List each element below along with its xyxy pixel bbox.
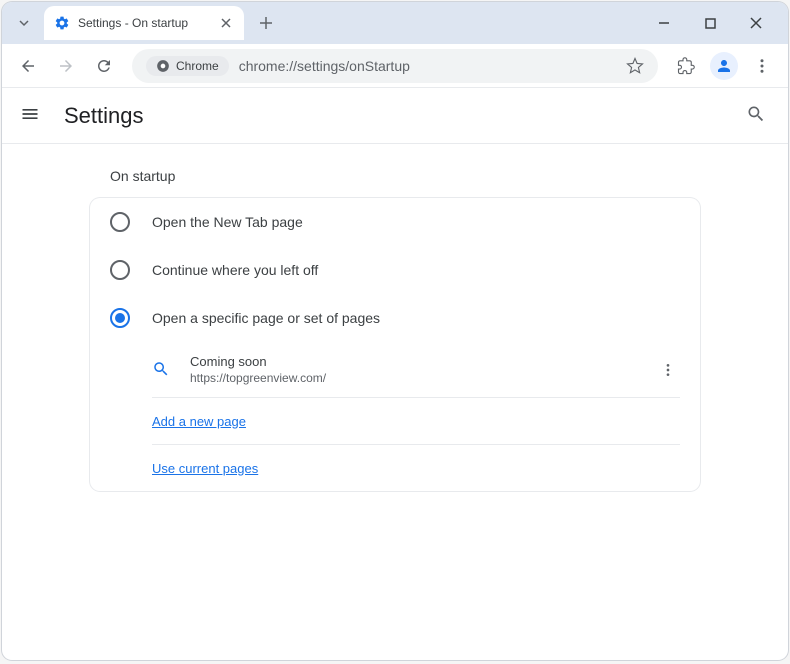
window-controls [650, 9, 780, 37]
close-window-button[interactable] [742, 9, 770, 37]
radio-label: Open the New Tab page [152, 214, 303, 230]
startup-card: Open the New Tab page Continue where you… [90, 198, 700, 491]
menu-button[interactable] [746, 50, 778, 82]
page-url: https://topgreenview.com/ [190, 371, 660, 385]
close-tab-icon[interactable] [218, 15, 234, 31]
minimize-button[interactable] [650, 9, 678, 37]
page-kebab-menu-icon[interactable] [660, 362, 680, 378]
startup-page-item: Coming soon https://topgreenview.com/ [90, 342, 700, 397]
profile-button[interactable] [708, 50, 740, 82]
browser-window: Settings - On startup [2, 2, 788, 660]
extensions-button[interactable] [670, 50, 702, 82]
add-page-link[interactable]: Add a new page [152, 414, 246, 429]
page-info: Coming soon https://topgreenview.com/ [190, 354, 660, 385]
hamburger-menu-icon[interactable] [20, 104, 44, 128]
settings-title: Settings [64, 103, 144, 129]
radio-icon [110, 260, 130, 280]
reload-button[interactable] [88, 50, 120, 82]
settings-header: Settings [2, 88, 788, 144]
radio-label: Continue where you left off [152, 262, 318, 278]
radio-new-tab[interactable]: Open the New Tab page [90, 198, 700, 246]
use-current-row: Use current pages [90, 445, 700, 491]
omnibox[interactable]: Chrome chrome://settings/onStartup [132, 49, 658, 83]
radio-icon-selected [110, 308, 130, 328]
radio-specific-pages[interactable]: Open a specific page or set of pages [90, 294, 700, 342]
back-button[interactable] [12, 50, 44, 82]
titlebar: Settings - On startup [2, 2, 788, 44]
tab-title: Settings - On startup [78, 16, 218, 30]
toolbar: Chrome chrome://settings/onStartup [2, 44, 788, 88]
url-text: chrome://settings/onStartup [239, 58, 626, 74]
radio-label: Open a specific page or set of pages [152, 310, 380, 326]
page-title: Coming soon [190, 354, 660, 369]
radio-icon [110, 212, 130, 232]
browser-tab[interactable]: Settings - On startup [44, 6, 244, 40]
settings-favicon-icon [54, 15, 70, 31]
chrome-chip: Chrome [146, 56, 229, 76]
forward-button[interactable] [50, 50, 82, 82]
chrome-chip-label: Chrome [176, 59, 219, 73]
new-tab-button[interactable] [252, 9, 280, 37]
tab-search-dropdown[interactable] [10, 9, 38, 37]
section-title: On startup [90, 168, 700, 184]
use-current-link[interactable]: Use current pages [152, 461, 258, 476]
chrome-icon [156, 59, 170, 73]
settings-content: On startup Open the New Tab page Continu… [2, 144, 788, 491]
maximize-button[interactable] [696, 9, 724, 37]
search-settings-icon[interactable] [746, 104, 770, 128]
bookmark-star-icon[interactable] [626, 57, 644, 75]
page-favicon-icon [152, 360, 172, 380]
add-page-row: Add a new page [90, 398, 700, 444]
radio-continue[interactable]: Continue where you left off [90, 246, 700, 294]
